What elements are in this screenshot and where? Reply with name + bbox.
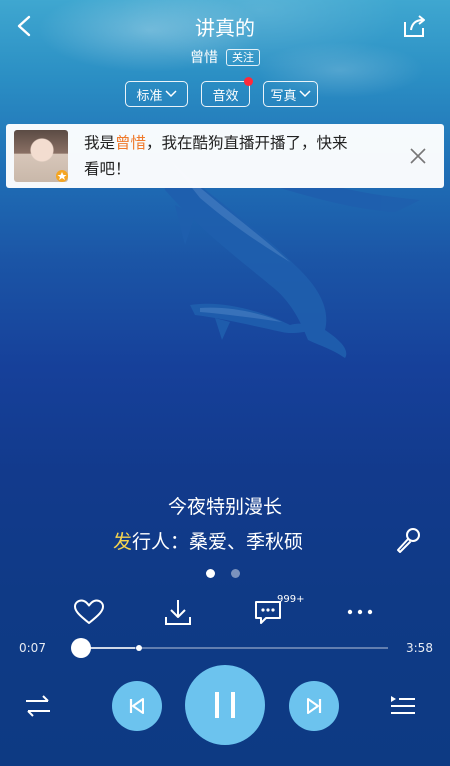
lyric-highlight-char: 发 — [113, 531, 133, 553]
lyric-rest: 行人：桑爱、季秋硕 — [132, 531, 304, 553]
page-dot-active[interactable] — [206, 569, 215, 578]
progress-handle[interactable] — [71, 638, 92, 658]
notification-text: 我是曾惜，我在酷狗直播开播了，快来 看吧！ — [84, 130, 384, 182]
current-lyric-line: 今夜特别漫长 — [167, 496, 282, 518]
notice-artist-name: 曾惜 — [115, 134, 147, 152]
notice-text-line2: 看吧！ — [84, 160, 131, 178]
more-options-button[interactable] — [340, 592, 380, 632]
total-duration: 3:58 — [406, 641, 433, 655]
chevron-down-icon — [298, 90, 311, 98]
previous-track-button[interactable] — [112, 681, 162, 731]
photo-selector[interactable]: 写真 — [263, 81, 318, 107]
artist-row: 曾惜 关注 — [0, 47, 450, 67]
artist-avatar — [14, 130, 68, 182]
page-dot[interactable] — [231, 569, 240, 578]
share-icon — [404, 15, 425, 37]
effects-label: 音效 — [212, 88, 239, 104]
notification-dot — [244, 77, 253, 86]
skip-previous-icon — [129, 698, 144, 714]
heart-icon — [74, 599, 104, 624]
page-indicator — [206, 569, 240, 578]
photo-label: 写真 — [270, 88, 297, 104]
quality-label: 标准 — [136, 88, 163, 104]
comment-count-badge: 999+ — [277, 594, 305, 605]
download-button[interactable] — [158, 592, 198, 632]
close-banner-button[interactable] — [398, 136, 438, 176]
microphone-icon — [397, 528, 420, 553]
song-title: 讲真的 — [195, 16, 255, 40]
next-lyric-line: 发行人：桑爱、季秋硕 — [113, 527, 303, 554]
close-icon — [410, 148, 426, 164]
share-button[interactable] — [395, 6, 435, 46]
sequential-play-icon — [26, 695, 50, 717]
playlist-icon — [391, 696, 415, 714]
favorite-button[interactable] — [69, 592, 109, 632]
skip-next-icon — [307, 698, 322, 714]
karaoke-mic-button[interactable] — [388, 520, 428, 560]
play-mode-button[interactable] — [18, 686, 58, 726]
notice-prefix: 我是 — [84, 134, 116, 152]
notice-text-line1: ，我在酷狗直播开播了，快来 — [146, 134, 348, 152]
pause-button[interactable] — [185, 665, 265, 745]
player-screen: 讲真的 曾惜 关注 标准 音效 写真 我是曾惜，我在酷狗直播开播了，快来 看吧！… — [0, 0, 450, 766]
chevron-down-icon — [164, 90, 177, 98]
artist-name[interactable]: 曾惜 — [190, 47, 218, 67]
elapsed-time: 0:07 — [19, 641, 46, 655]
buffer-marker — [135, 645, 142, 651]
quality-selector[interactable]: 标准 — [125, 81, 188, 107]
sound-effects-button[interactable]: 音效 — [201, 77, 253, 107]
next-track-button[interactable] — [289, 681, 339, 731]
download-icon — [165, 600, 191, 625]
follow-button[interactable]: 关注 — [226, 48, 260, 66]
avatar-art — [56, 170, 68, 182]
more-horizontal-icon — [347, 609, 373, 615]
playlist-button[interactable] — [383, 686, 423, 726]
progress-bar[interactable] — [71, 638, 388, 658]
pause-icon — [215, 692, 235, 718]
live-notification-banner[interactable]: 我是曾惜，我在酷狗直播开播了，快来 看吧！ — [6, 124, 444, 188]
